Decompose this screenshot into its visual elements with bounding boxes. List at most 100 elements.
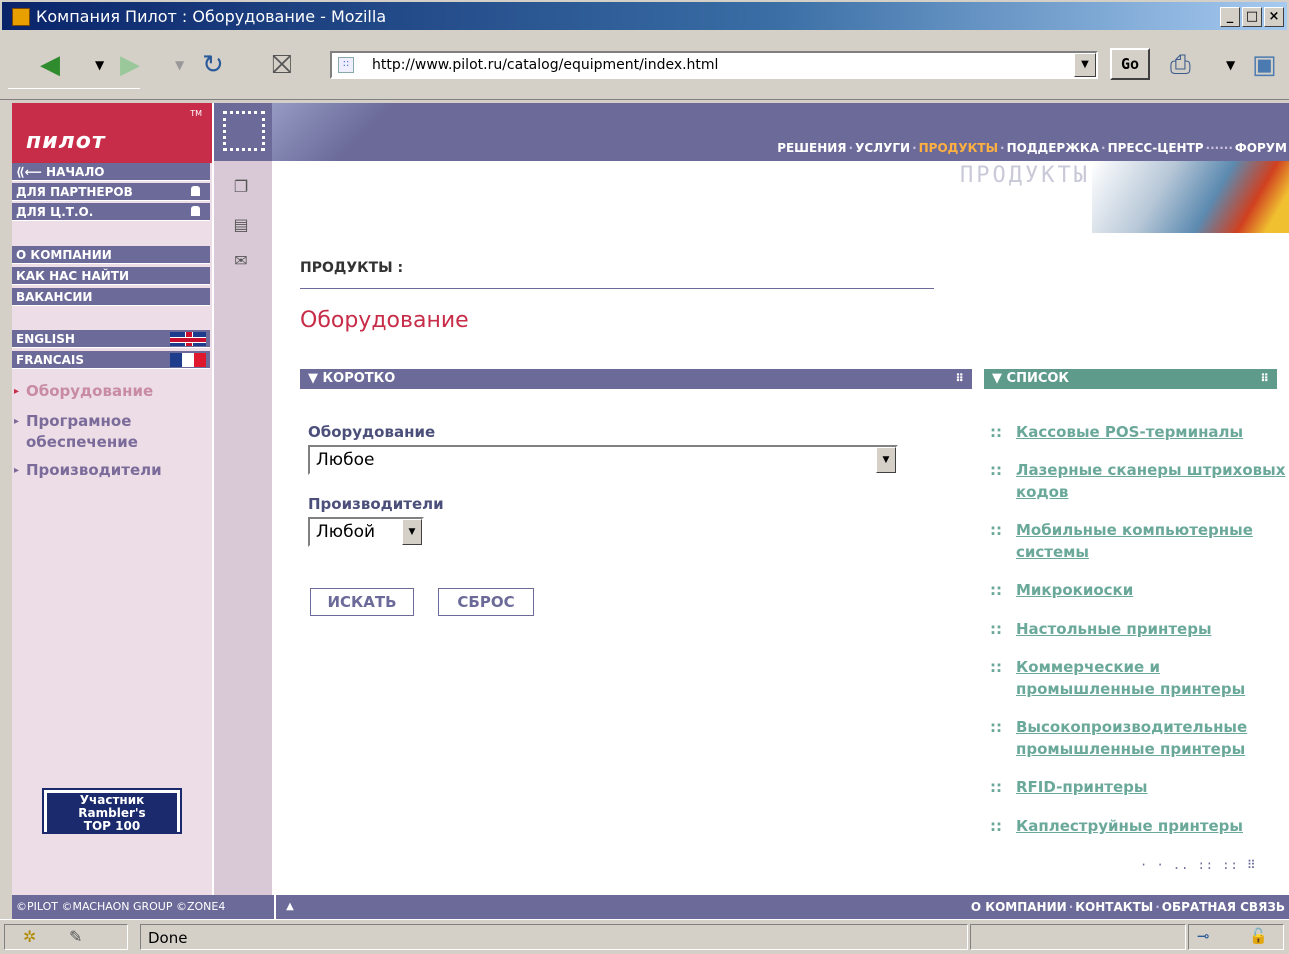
list-item-link[interactable]: Настольные принтеры (1016, 618, 1286, 640)
search-button[interactable]: ИСКАТЬ (310, 588, 414, 616)
status-security-cell: ⊸ 🔓 (1188, 924, 1284, 950)
list-item-link[interactable]: Лазерные сканеры штриховых кодов (1016, 459, 1286, 503)
stop-icon[interactable]: ⛝ (272, 50, 292, 80)
url-bar[interactable]: :: http://www.pilot.ru/catalog/equipment… (330, 51, 1098, 79)
left-sidebar: TM пилот ⟪⟵ НАЧАЛО ДЛЯ ПАРТНЕРОВ ДЛЯ Ц.Т… (12, 103, 212, 895)
footer-link-feedback[interactable]: ОБРАТНАЯ СВЯЗЬ (1162, 900, 1285, 914)
list-item-link[interactable]: Мобильные компьютерные системы (1016, 519, 1286, 563)
url-input[interactable]: http://www.pilot.ru/catalog/equipment/in… (372, 57, 718, 73)
list-item[interactable]: :: Кассовые POS-терминалы (990, 421, 1286, 443)
status-text-cell (140, 924, 968, 950)
section-dots-icon: ⠿ (1260, 372, 1269, 385)
nav-partners-label: ДЛЯ ПАРТНЕРОВ (16, 185, 133, 199)
back-icon[interactable]: ◀ (40, 50, 60, 80)
component-bar-icon[interactable]: ✲ (23, 927, 36, 946)
list-item-link[interactable]: RFID-принтеры (1016, 776, 1286, 798)
footer-copyright: ©PILOT ©MACHAON GROUP ©ZONE4 (16, 900, 226, 913)
favicon-icon: :: (338, 57, 354, 73)
maximize-button[interactable]: □ (1242, 7, 1262, 27)
list-item[interactable]: :: Коммерческие и промышленные принтеры (990, 656, 1286, 700)
copy-pages-icon[interactable]: ❐ (230, 177, 252, 196)
minimize-button[interactable]: _ (1220, 7, 1240, 27)
close-button[interactable]: × (1264, 7, 1284, 27)
lang-french-label: FRANCAIS (16, 353, 84, 367)
print-icon[interactable]: ⎙ (1170, 50, 1191, 80)
go-button[interactable]: Go (1110, 48, 1150, 80)
equipment-label: Оборудование (308, 423, 436, 441)
status-bar: ✲ ✎ Done ⊸ 🔓 (0, 919, 1289, 954)
pilot-logo[interactable]: TM пилот (12, 103, 212, 163)
mail-icon[interactable]: ✉ (230, 251, 252, 270)
breadcrumb: ПРОДУКТЫ : (300, 260, 404, 276)
topnav-forum[interactable]: ФОРУМ (1235, 141, 1287, 155)
list-item-link[interactable]: Каплеструйные принтеры (1016, 815, 1286, 837)
unlocked-padlock-icon[interactable]: 🔓 (1249, 927, 1268, 945)
footer-link-contacts[interactable]: КОНТАКТЫ (1075, 900, 1153, 914)
forward-dropdown-icon[interactable]: ▼ (175, 58, 184, 72)
maker-select[interactable]: Любой ▼ (308, 517, 424, 547)
reset-button[interactable]: СБРОС (438, 588, 534, 616)
nav-cto[interactable]: ДЛЯ Ц.Т.О. (12, 203, 210, 221)
list-item[interactable]: :: RFID-принтеры (990, 776, 1286, 798)
sidebar-link-software[interactable]: ▸ Програмное обеспечение (14, 411, 196, 453)
rambler-top100-badge[interactable]: Участник Rambler's TOP 100 (42, 788, 182, 834)
online-icon[interactable]: ⊸ (1197, 927, 1210, 945)
topnav-solutions[interactable]: РЕШЕНИЯ (777, 141, 846, 155)
url-dropdown-icon[interactable]: ▼ (1074, 53, 1096, 77)
list-item[interactable]: :: Лазерные сканеры штриховых кодов (990, 459, 1286, 503)
uk-flag-icon (170, 332, 206, 346)
section-header-list: ▼ СПИСОК ⠿ (984, 369, 1277, 389)
list-item[interactable]: :: Каплеструйные принтеры (990, 815, 1286, 837)
print-page-icon[interactable]: ▤ (230, 215, 252, 234)
list-item[interactable]: :: Настольные принтеры (990, 618, 1286, 640)
nav-home-label: ⟪⟵ НАЧАЛО (16, 165, 105, 179)
sidebar-link-equipment-label: Оборудование (26, 382, 154, 400)
lang-english[interactable]: ENGLISH (12, 330, 210, 348)
topnav-press[interactable]: ПРЕСС-ЦЕНТР (1108, 141, 1204, 155)
lock-icon (191, 206, 200, 216)
footer-links: О КОМПАНИИ · КОНТАКТЫ · ОБРАТНАЯ СВЯЗЬ (971, 895, 1285, 919)
topnav-services[interactable]: УСЛУГИ (855, 141, 910, 155)
collapse-arrow-icon[interactable]: ▼ (992, 371, 1002, 386)
list-bullet-icon: :: (990, 817, 1002, 835)
sidebar-link-makers[interactable]: ▸ Производители (14, 460, 162, 481)
personal-toolbar (8, 88, 140, 98)
nav-find-us[interactable]: КАК НАС НАЙТИ (12, 267, 210, 285)
equipment-select[interactable]: Любое ▼ (308, 445, 898, 475)
list-item[interactable]: :: Микрокиоски (990, 579, 1286, 601)
list-item-link[interactable]: Высокопроизводительные промышленные прин… (1016, 716, 1286, 760)
nav-partners[interactable]: ДЛЯ ПАРТНЕРОВ (12, 183, 210, 201)
grid-logo-block (214, 103, 272, 161)
composer-icon[interactable]: ✎ (69, 927, 82, 946)
list-bullet-icon: :: (990, 461, 1002, 479)
collapse-arrow-icon[interactable]: ▼ (308, 371, 318, 386)
list-item-link[interactable]: Микрокиоски (1016, 579, 1286, 601)
footer-link-about[interactable]: О КОМПАНИИ (971, 900, 1067, 914)
list-item-link[interactable]: Коммерческие и промышленные принтеры (1016, 656, 1286, 700)
forward-icon[interactable]: ▶ (120, 50, 140, 80)
reload-icon[interactable]: ↻ (202, 50, 224, 80)
nav-about[interactable]: О КОМПАНИИ (12, 246, 210, 264)
list-item[interactable]: :: Мобильные компьютерные системы (990, 519, 1286, 563)
footer-separator: · (1068, 900, 1074, 914)
sidebar-link-makers-label: Производители (26, 461, 162, 479)
nav-vacancies[interactable]: ВАКАНСИИ (12, 288, 210, 306)
scroll-top-icon[interactable]: ▲ (274, 895, 304, 919)
grid-logo-icon (223, 111, 265, 151)
sidebar-link-equipment[interactable]: ▸ Оборудование (14, 381, 154, 402)
list-item-link[interactable]: Кассовые POS-терминалы (1016, 421, 1286, 443)
topnav-separator: · (848, 141, 854, 155)
topnav-support[interactable]: ПОДДЕРЖКА (1007, 141, 1099, 155)
logo-trademark: TM (190, 109, 202, 118)
topnav-products[interactable]: ПРОДУКТЫ (919, 141, 998, 155)
list-bullet-icon: :: (990, 423, 1002, 441)
nav-home[interactable]: ⟪⟵ НАЧАЛО (12, 163, 210, 181)
chevron-down-icon[interactable]: ▼ (402, 519, 422, 545)
chevron-down-icon[interactable]: ▼ (876, 447, 896, 473)
print-dropdown-icon[interactable]: ▼ (1226, 58, 1235, 72)
lang-french[interactable]: FRANCAIS (12, 351, 210, 369)
list-item[interactable]: :: Высокопроизводительные промышленные пр… (990, 716, 1286, 760)
sidebar-link-software-label: Програмное обеспечение (26, 412, 138, 451)
back-dropdown-icon[interactable]: ▼ (95, 58, 104, 72)
equipment-select-value: Любое (316, 450, 375, 470)
